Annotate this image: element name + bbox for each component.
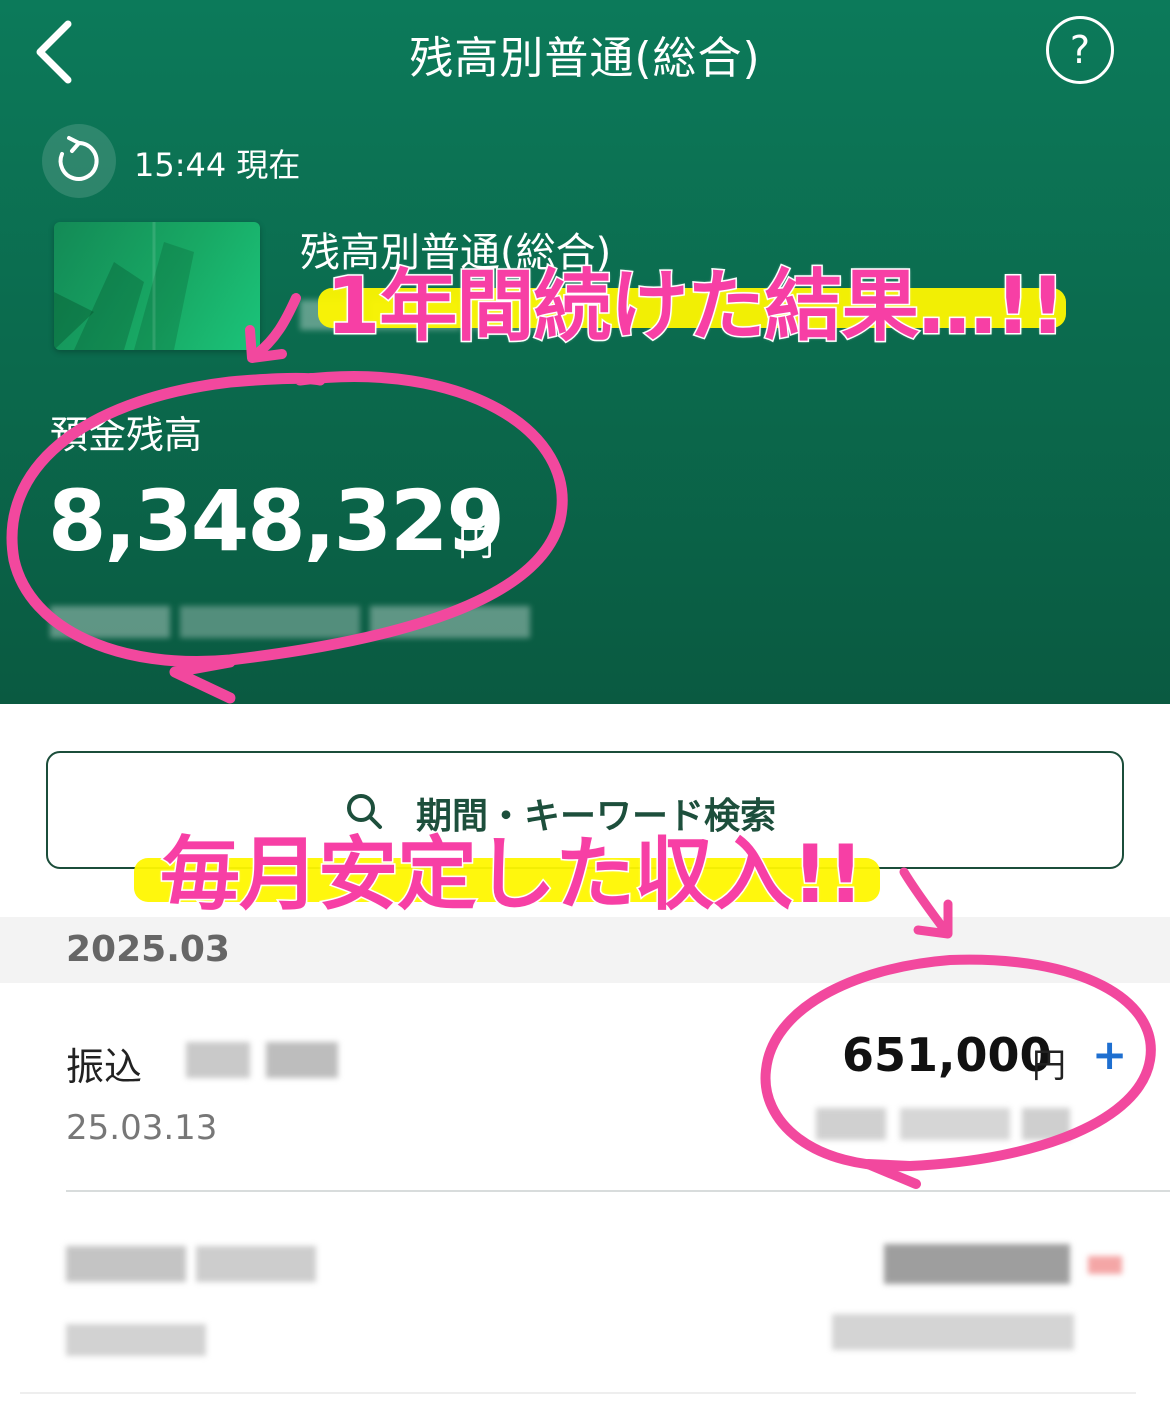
transaction-balance-masked	[816, 1102, 1072, 1146]
balance-unit: 円	[458, 523, 495, 564]
transaction-payer-masked	[186, 1034, 342, 1086]
circle-tail-income	[863, 1159, 921, 1189]
masked-type	[66, 1240, 326, 1288]
month-label: 2025.03	[66, 929, 230, 970]
annotation-income-note: 毎月安定した収入!!	[159, 827, 866, 923]
masked-date	[66, 1320, 206, 1360]
page-title: 残高別普通(総合)	[409, 33, 761, 84]
row-divider	[20, 1392, 1136, 1394]
transaction-type: 振込	[66, 1045, 143, 1089]
refresh-button[interactable]	[42, 124, 116, 198]
annotation-headline: 1年間続けた結果…!!	[324, 261, 1066, 354]
transaction-unit: 円	[1032, 1046, 1066, 1086]
updated-time: 15:44 現在	[134, 146, 301, 184]
balance-label: 預金残高	[50, 413, 203, 457]
balance-amount: 8,348,329	[48, 472, 505, 570]
month-section-header: 2025.03	[0, 917, 1170, 983]
masked-balance	[832, 1308, 1074, 1356]
refresh-icon	[58, 136, 99, 181]
row-divider	[66, 1190, 1170, 1192]
help-button[interactable]: ?	[1046, 16, 1114, 84]
transaction-amount: 651,000	[842, 1028, 1052, 1082]
bank-card-image	[54, 222, 260, 350]
plus-icon: +	[1092, 1030, 1128, 1079]
masked-amount	[884, 1238, 1074, 1290]
masked-direction	[1088, 1254, 1122, 1276]
available-balance-masked	[50, 600, 540, 644]
transaction-date: 25.03.13	[66, 1108, 218, 1148]
